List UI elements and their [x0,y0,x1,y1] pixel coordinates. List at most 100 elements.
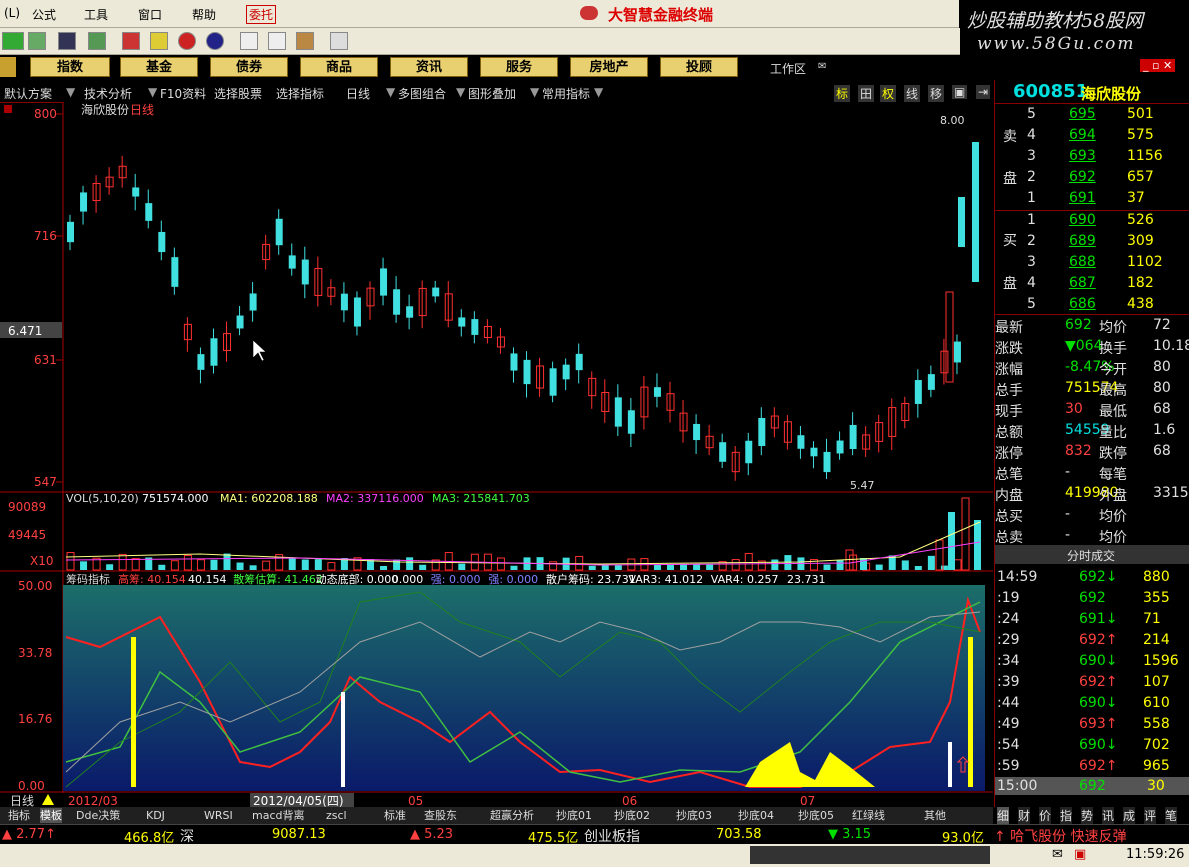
nav-bond[interactable]: 债券 [210,57,288,77]
sell-price[interactable]: 691 [1069,190,1096,206]
quote-tab[interactable]: 成 [1123,807,1136,824]
quote-tab[interactable]: 笔 [1165,807,1178,824]
help-book-icon[interactable] [122,32,140,50]
indicator-tab[interactable]: zscl [326,808,347,823]
quote-tab[interactable]: 势 [1081,807,1094,824]
nav-commodity[interactable]: 商品 [300,57,378,77]
buy-price[interactable]: 689 [1069,233,1096,249]
nav-service[interactable]: 服务 [480,57,558,77]
bars-icon[interactable] [28,32,46,50]
btn-mark[interactable]: 标 [834,85,851,102]
menu-item-formula[interactable]: 公式 [32,6,56,23]
kline-chart[interactable]: 800 716 631 547 海欣股份 日线 8.00 5.47 6.471 VOL… [0,102,993,807]
indicator-tab[interactable]: 指标 [8,808,30,823]
indicator-tab[interactable]: 其他 [924,808,946,823]
volume-bar [510,565,518,570]
quote-tab[interactable]: 价 [1039,807,1052,824]
f10-tab[interactable]: F10资料 [160,85,206,102]
btn-line[interactable]: 线 [904,85,921,102]
indicator-tab[interactable]: 标准 [384,808,406,823]
sell-price[interactable]: 692 [1069,169,1096,185]
window-icon[interactable] [268,32,286,50]
indicator-tab[interactable]: KDJ [146,808,165,823]
menu-item-tools[interactable]: 工具 [84,6,108,23]
indicator-tab[interactable]: 查股东 [424,808,457,823]
btn-rights[interactable]: 权 [880,85,897,102]
workspace-mail-icon[interactable]: ✉ [818,61,826,72]
bell-icon[interactable] [88,32,106,50]
candle-body-down [171,257,179,287]
indicator-tab[interactable]: Dde决策 [76,808,120,823]
sell-price[interactable]: 695 [1069,106,1096,122]
stat-label-2: 均价 [1099,320,1127,336]
buy-price[interactable]: 687 [1069,275,1096,291]
indicator-tab[interactable]: 模板 [40,808,62,823]
context-help-icon[interactable] [330,32,348,50]
multi-chart-tab[interactable]: 多图组合 [398,85,446,102]
flag-icon[interactable] [2,32,24,50]
indicator-tab[interactable]: macd背离 [252,808,305,823]
quote-tab[interactable]: 财 [1018,807,1031,824]
sell-price[interactable]: 694 [1069,127,1096,143]
period-select[interactable]: 日线 [346,85,370,102]
nav-left-arrow[interactable] [0,57,16,77]
btn-close-panel[interactable]: ⇥ [976,85,991,99]
dropdown-icon[interactable]: ▼ [386,85,395,99]
indicator-tab[interactable]: WRSI [204,808,233,823]
indicator-tab[interactable]: 抄底04 [738,808,774,823]
books-icon[interactable] [296,32,314,50]
quote-tab[interactable]: 讯 [1102,807,1115,824]
indicator-tab[interactable]: 红绿线 [852,808,885,823]
binocular-icon[interactable] [58,32,76,50]
indicator-legend-item: 散筹估算: 41.462 [233,572,323,586]
select-indicator-tab[interactable]: 选择指标 [276,85,324,102]
indicator-tab[interactable]: 抄底03 [676,808,712,823]
dropdown-icon[interactable]: ▼ [530,85,539,99]
dropdown-icon[interactable]: ▼ [594,85,603,99]
alert-icon[interactable]: ▣ [1074,847,1086,862]
scheme-select[interactable]: 默认方案 [4,85,52,102]
dropdown-icon[interactable]: ▼ [66,85,75,99]
close-pane-icon[interactable] [4,105,12,113]
common-indicator-tab[interactable]: 常用指标 [542,85,590,102]
dropdown-icon[interactable]: ▼ [456,85,465,99]
dropdown-icon[interactable]: ▼ [148,85,157,99]
sell-price[interactable]: 693 [1069,148,1096,164]
overlay-tab[interactable]: 图形叠加 [468,85,516,102]
workspace-label[interactable]: 工作区 [770,60,806,77]
buy-price[interactable]: 690 [1069,212,1096,228]
red-ball-icon[interactable] [178,32,196,50]
mail-icon[interactable]: ✉ [1052,847,1063,862]
window-controls[interactable]: _ ▫ ✕ [1140,59,1176,72]
buy-price[interactable]: 688 [1069,254,1096,270]
status-news-ticker[interactable]: ↑ 哈飞股份 快速反弹 [994,826,1127,846]
indicator-tab[interactable]: 抄底01 [556,808,592,823]
blue-ball-icon[interactable] [206,32,224,50]
buy-price[interactable]: 686 [1069,296,1096,312]
indicator-tab[interactable]: 超赢分析 [490,808,534,823]
menu-item-trade[interactable]: 委托 [246,5,277,24]
sell-label-1: 卖 [1003,129,1017,145]
tick-volume: 71 [1143,611,1161,627]
menu-item-l[interactable]: (L) [4,6,20,20]
quote-tab[interactable]: 指 [1060,807,1073,824]
nav-fund[interactable]: 基金 [120,57,198,77]
nav-realestate[interactable]: 房地产 [570,57,648,77]
tech-analysis-tab[interactable]: 技术分析 [84,85,132,102]
btn-window[interactable]: ▣ [952,85,968,99]
quote-tab[interactable]: 评 [1144,807,1157,824]
btn-grid[interactable]: 田 [858,85,875,102]
diamond-icon[interactable] [150,32,168,50]
quote-tab[interactable]: 细 [997,807,1010,824]
nav-news[interactable]: 资讯 [390,57,468,77]
menu-item-help[interactable]: 帮助 [192,6,216,23]
document-icon[interactable] [240,32,258,50]
menu-item-window[interactable]: 窗口 [138,6,162,23]
nav-index[interactable]: 指数 [30,57,110,77]
indicator-tab[interactable]: 抄底02 [614,808,650,823]
btn-move[interactable]: 移 [928,85,945,102]
ticks-header[interactable]: 分时成交 [1067,547,1115,564]
nav-advisor[interactable]: 投顾 [660,57,738,77]
indicator-tab[interactable]: 抄底05 [798,808,834,823]
select-stock-tab[interactable]: 选择股票 [214,85,262,102]
